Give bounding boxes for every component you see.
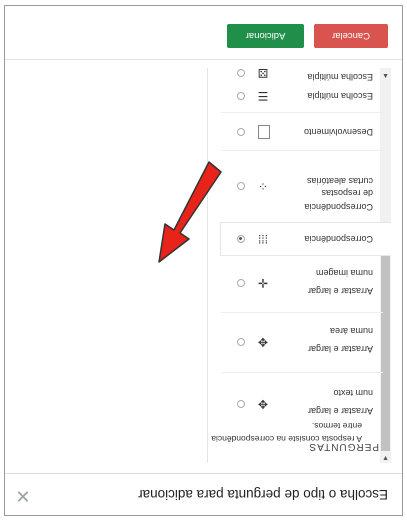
scroll-down-arrow-icon[interactable]: ▼ [382,454,389,461]
close-icon[interactable]: ✕ [14,486,32,506]
list-item-multichoice[interactable]: ☰ Escolha múltipla [221,81,391,111]
item-label: Correspondência [304,234,373,244]
list-item-ddmarker[interactable]: ✥ Arrastar e largar numa área [221,316,391,371]
move-icon: ✛ [257,276,269,290]
radio-button[interactable] [237,182,245,190]
item-label: Arrastar e largar [307,286,373,296]
item-sublabel: numa área [329,326,373,336]
item-sublabel: de respostas curtas aleatórias [306,176,373,198]
list-item-ddimageortext[interactable]: ✛ Arrastar e largar numa imagem [221,258,391,313]
add-button[interactable]: Adicionar [227,24,304,48]
radio-button[interactable] [237,128,245,136]
list-item-match[interactable]: ⁞⁞⁞ Correspondência [221,223,391,255]
essay-icon: □ [258,125,270,139]
radio-button[interactable] [237,69,245,77]
item-label: Correspondência [304,202,373,212]
radio-button[interactable] [237,279,245,287]
move-icon: ✥ [257,335,269,349]
dialog-title: Escolha o tipo de pergunta para adiciona… [138,487,388,502]
list-item-essay[interactable]: □ Desenvolvimento [221,115,391,149]
question-type-list[interactable]: ▼ ▲ PERGUNTAS ✥ Arrastar e largar num te… [207,68,391,463]
item-sublabel: num texto [333,388,373,398]
item-sublabel: numa imagem [315,268,373,278]
radio-button[interactable] [237,338,245,346]
dialog-header: Escolha o tipo de pergunta para adiciona… [5,473,402,515]
divider [221,372,383,373]
calc-multichoice-icon: ⚄ [257,68,269,80]
cancel-button[interactable]: Cancelar [314,24,388,48]
list-item-randomsamatch[interactable]: ⁘ Correspondência de respostas curtas al… [221,153,391,221]
question-type-dialog: Escolha o tipo de pergunta para adiciona… [4,5,403,516]
item-label: Escolha múltipla [307,72,373,82]
radio-button[interactable] [237,92,245,100]
random-grid-icon: ⁘ [257,179,269,193]
grid-icon: ⁞⁞⁞ [258,232,269,246]
item-label: Arrastar e largar [307,406,373,416]
list-icon: ☰ [257,89,269,103]
question-type-description: A resposta consiste na correspondência e… [202,419,362,445]
radio-button-selected[interactable] [237,235,245,243]
dialog-footer: Cancelar Adicionar [5,5,402,60]
item-label: Desenvolvimento [303,127,373,137]
divider [221,112,383,113]
description-text: A resposta consiste na correspondência e… [211,421,362,444]
list-item-calculatedmulti[interactable]: ⚄ Escolha múltipla [221,68,391,83]
item-label: Arrastar e largar [307,344,373,354]
item-label: Escolha múltipla [307,91,373,101]
divider [221,150,383,151]
move-icon: ✥ [257,397,269,411]
radio-button[interactable] [237,400,245,408]
